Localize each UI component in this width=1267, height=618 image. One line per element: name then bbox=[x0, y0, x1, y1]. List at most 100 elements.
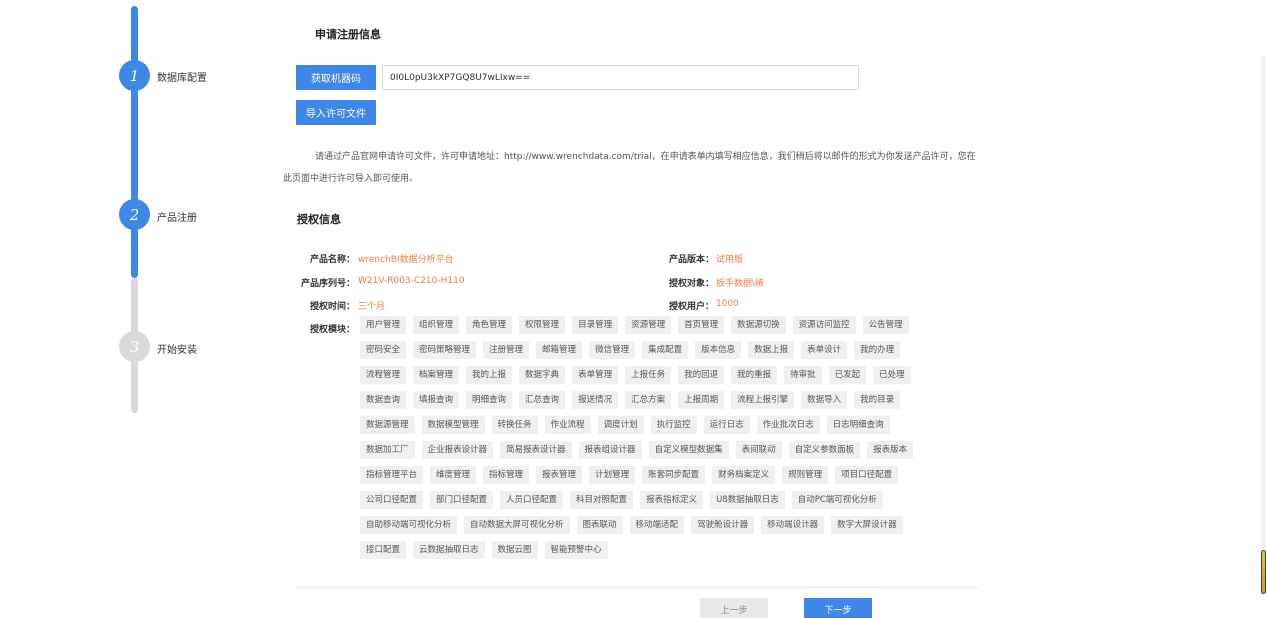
module-tag: 项目口径配置 bbox=[835, 466, 899, 484]
module-tag: 指标管理平台 bbox=[360, 466, 424, 484]
serial-label: 产品序列号： bbox=[300, 279, 355, 289]
module-tag: 自动数据大屏可视化分析 bbox=[464, 516, 570, 534]
module-tag: 数据云图 bbox=[491, 541, 538, 559]
get-machine-code-button[interactable]: 获取机器码 bbox=[296, 65, 376, 90]
step-1-indicator: 1 bbox=[119, 60, 150, 91]
module-tag: 已发起 bbox=[828, 366, 867, 384]
module-tag: 自助移动端可视化分析 bbox=[360, 516, 458, 534]
module-tag: 作业批次日志 bbox=[756, 416, 820, 434]
module-tag: 表单设计 bbox=[801, 341, 848, 359]
module-tag: 执行监控 bbox=[650, 416, 697, 434]
module-tag: 资源管理 bbox=[625, 316, 672, 334]
module-tag: 数据字典 bbox=[519, 366, 566, 384]
module-tag: 作业流程 bbox=[544, 416, 591, 434]
module-tag: 报表管理 bbox=[536, 466, 583, 484]
license-section-title: 授权信息 bbox=[297, 213, 341, 226]
module-tag: 资源访问监控 bbox=[792, 316, 856, 334]
module-tag: 企业报表设计器 bbox=[421, 441, 494, 459]
module-tag: 移动端适配 bbox=[629, 516, 685, 534]
step-2-label: 产品注册 bbox=[157, 213, 197, 224]
module-tag: 密码安全 bbox=[360, 341, 407, 359]
import-license-button[interactable]: 导入许可文件 bbox=[296, 100, 376, 125]
product-name-label: 产品名称： bbox=[309, 255, 355, 265]
module-tag: 档案管理 bbox=[413, 366, 460, 384]
module-tag: 部门口径配置 bbox=[430, 491, 494, 509]
module-tag: 计划管理 bbox=[589, 466, 636, 484]
module-tag: 数据源切换 bbox=[731, 316, 786, 334]
product-name-value: wrenchBI数据分析平台 bbox=[358, 255, 454, 265]
product-version-value: 试用版 bbox=[716, 255, 744, 265]
module-tag: 上报周期 bbox=[678, 391, 725, 409]
module-tag: 运行日志 bbox=[703, 416, 750, 434]
module-tag: 权限管理 bbox=[519, 316, 566, 334]
step-2-indicator: 2 bbox=[119, 199, 150, 230]
module-tag: 自动PC端可视化分析 bbox=[791, 491, 883, 509]
stepper-progress-track bbox=[131, 6, 138, 278]
module-tag: 集成配置 bbox=[642, 341, 689, 359]
module-tag: 汇总查询 bbox=[519, 391, 566, 409]
module-tag: 流程上报引擎 bbox=[731, 391, 795, 409]
module-tag: 目录管理 bbox=[572, 316, 619, 334]
module-tag: 调度计划 bbox=[597, 416, 644, 434]
module-tag: 智能预警中心 bbox=[544, 541, 608, 559]
module-tag: 我的办理 bbox=[854, 341, 901, 359]
product-version-label: 产品版本： bbox=[668, 255, 714, 265]
module-tag: 规则管理 bbox=[782, 466, 829, 484]
module-tag: 报送情况 bbox=[572, 391, 619, 409]
page-scrollbar-thumb[interactable] bbox=[1261, 550, 1266, 594]
module-tag: 移动端设计器 bbox=[761, 516, 825, 534]
module-tag: 云数据抽取日志 bbox=[413, 541, 485, 559]
module-tag: 汇总方案 bbox=[625, 391, 672, 409]
module-tag: 首页管理 bbox=[678, 316, 725, 334]
module-tag: 人员口径配置 bbox=[500, 491, 564, 509]
license-users-label: 授权用户： bbox=[668, 302, 714, 312]
module-tag: 报表指标定义 bbox=[640, 491, 704, 509]
module-tag: 待审批 bbox=[784, 366, 822, 384]
license-notice-text: 请通过产品官网申请许可文件，许可申请地址：http://www.wrenchda… bbox=[283, 152, 976, 184]
register-section-title: 申请注册信息 bbox=[315, 28, 381, 41]
page-scrollbar-track[interactable] bbox=[1261, 55, 1266, 595]
module-tag: 我的回退 bbox=[678, 366, 725, 384]
module-tag: 微信管理 bbox=[589, 341, 636, 359]
module-tag: 邮箱管理 bbox=[536, 341, 583, 359]
machine-code-field[interactable]: 0I0L0pU3kXP7GQ8U7wLIxw== bbox=[382, 65, 859, 90]
module-tag: 角色管理 bbox=[466, 316, 513, 334]
license-users-value: 1000 bbox=[716, 299, 739, 309]
license-target-label: 授权对象： bbox=[668, 279, 714, 289]
serial-value: W21V-R003-C210-H110 bbox=[358, 276, 465, 286]
module-tag: 版本信息 bbox=[695, 341, 742, 359]
module-tag: 简易报表设计器 bbox=[500, 441, 572, 459]
step-1-label: 数据库配置 bbox=[157, 73, 207, 84]
module-tag: 自定义模型数据集 bbox=[648, 441, 729, 459]
module-tag: 明细查询 bbox=[466, 391, 513, 409]
previous-step-button[interactable]: 上一步 bbox=[700, 598, 768, 618]
module-tag: 报表组设计器 bbox=[578, 441, 642, 459]
module-tag: 我的上报 bbox=[466, 366, 513, 384]
module-tag: 驾驶舱设计器 bbox=[691, 516, 755, 534]
module-tag: U8数据抽取日志 bbox=[710, 491, 785, 509]
module-tag: 数据导入 bbox=[801, 391, 848, 409]
module-tag: 表单管理 bbox=[572, 366, 619, 384]
module-tag: 数据模型管理 bbox=[421, 416, 485, 434]
module-tag: 我的目录 bbox=[854, 391, 901, 409]
module-tag: 公告管理 bbox=[862, 316, 909, 334]
install-stepper: 1 数据库配置 2 产品注册 3 开始安装 bbox=[0, 0, 270, 618]
module-tag: 科目对照配置 bbox=[570, 491, 634, 509]
module-tag: 数据加工厂 bbox=[360, 441, 415, 459]
module-tag: 上报任务 bbox=[625, 366, 672, 384]
license-time-label: 授权时间： bbox=[309, 302, 355, 312]
module-tag: 我的重报 bbox=[731, 366, 778, 384]
module-tag: 组织管理 bbox=[413, 316, 460, 334]
module-tag: 已处理 bbox=[873, 366, 911, 384]
module-tag: 密码策略管理 bbox=[413, 341, 477, 359]
module-tag: 指标管理 bbox=[483, 466, 530, 484]
next-step-button[interactable]: 下一步 bbox=[804, 598, 872, 618]
step-3-label: 开始安装 bbox=[157, 345, 197, 356]
license-target-value: 扳手数据\稀 bbox=[716, 279, 765, 289]
module-tag: 注册管理 bbox=[483, 341, 530, 359]
module-tag: 流程管理 bbox=[360, 366, 407, 384]
module-tag: 公司口径配置 bbox=[360, 491, 424, 509]
module-tag: 图表联动 bbox=[576, 516, 623, 534]
module-tag: 用户管理 bbox=[360, 316, 407, 334]
module-tag: 账套同步配置 bbox=[642, 466, 706, 484]
